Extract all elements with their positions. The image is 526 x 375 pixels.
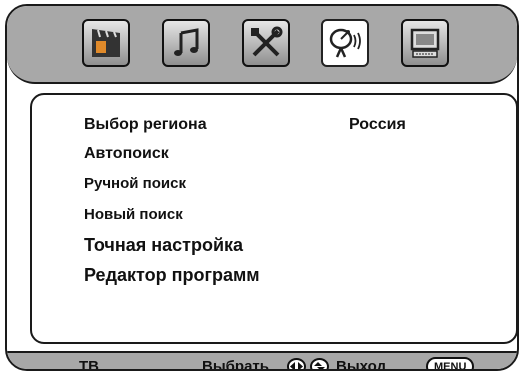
satellite-dish-icon xyxy=(329,28,361,58)
select-hint: Выбрать xyxy=(202,358,269,371)
tab-sound[interactable] xyxy=(162,19,210,67)
tab-channel[interactable] xyxy=(321,19,369,67)
menu-item-manual-search[interactable]: Ручной поиск xyxy=(84,175,186,192)
movie-clapper-icon xyxy=(92,29,120,57)
hint-bar: ТВ Выбрать Выход MENU xyxy=(7,351,517,371)
menu-item-autosearch[interactable]: Автопоиск xyxy=(84,145,169,163)
menu-item-fine-tune[interactable]: Точная настройка xyxy=(84,235,243,256)
tab-pc[interactable] xyxy=(401,19,449,67)
tools-icon xyxy=(251,26,283,57)
left-right-arrows-icon xyxy=(287,358,306,369)
up-down-arrows-icon xyxy=(310,358,329,369)
tab-picture[interactable] xyxy=(82,19,130,67)
osd-frame: Выбор региона Россия Автопоиск Ручной по… xyxy=(5,4,519,371)
icon-bar xyxy=(7,6,517,84)
exit-hint: Выход xyxy=(336,358,387,371)
tab-setup[interactable] xyxy=(242,19,290,67)
menu-panel: Выбор региона Россия Автопоиск Ручной по… xyxy=(30,93,517,344)
mode-label: ТВ xyxy=(79,358,99,371)
menu-item-new-search[interactable]: Новый поиск xyxy=(84,206,183,223)
music-note-icon xyxy=(174,28,199,56)
monitor-icon xyxy=(410,28,440,58)
menu-button[interactable]: MENU xyxy=(426,357,475,369)
region-value: Россия xyxy=(349,116,406,133)
menu-item-region[interactable]: Выбор региона xyxy=(84,116,207,134)
menu-item-program-editor[interactable]: Редактор программ xyxy=(84,265,260,286)
